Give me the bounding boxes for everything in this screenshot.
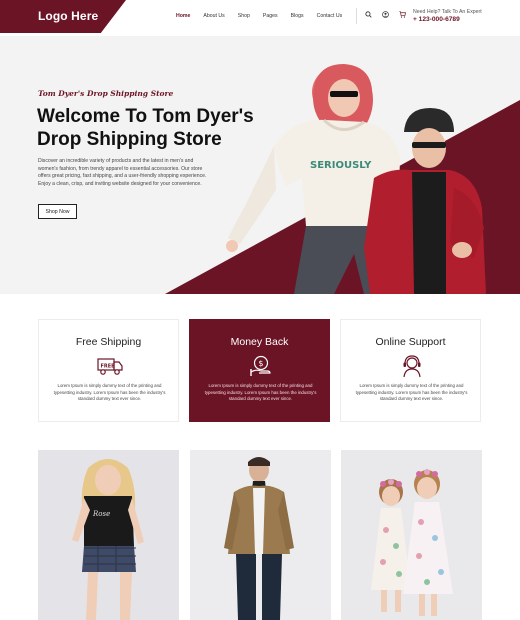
- logo[interactable]: Logo Here: [38, 9, 98, 23]
- feature-title: Free Shipping: [75, 336, 142, 348]
- feature-title: Money Back: [230, 336, 289, 348]
- svg-text:FREE: FREE: [101, 364, 116, 370]
- nav-icons: [364, 10, 407, 19]
- money-back-icon: $: [250, 355, 271, 376]
- nav-item-pages[interactable]: Pages: [263, 13, 278, 19]
- svg-text:Rose: Rose: [92, 510, 110, 518]
- feature-text: Lorem Ipsum is simply dummy text of the …: [355, 383, 468, 402]
- cart-icon[interactable]: [398, 10, 407, 19]
- nav-item-shop[interactable]: Shop: [238, 13, 250, 19]
- feature-card-money-back[interactable]: Money Back $ Lorem Ipsum is simply dummy…: [189, 319, 330, 422]
- user-icon[interactable]: [381, 10, 390, 19]
- truck-icon: FREE: [97, 358, 123, 375]
- feature-card-online-support[interactable]: Online Support Lorem Ipsum is simply dum…: [340, 319, 481, 422]
- hero-section: SERIOUSLY Tom Dyer's Drop Shipping Store…: [0, 36, 520, 294]
- product-card-woman[interactable]: Rose: [38, 450, 179, 620]
- nav-item-about[interactable]: About Us: [203, 13, 224, 19]
- search-icon[interactable]: [364, 10, 373, 19]
- hero-models-image: SERIOUSLY: [226, 64, 486, 294]
- feature-text: Lorem Ipsum is simply dummy text of the …: [204, 383, 317, 402]
- feature-title: Online Support: [375, 336, 446, 348]
- woman-fashion-image: Rose: [72, 459, 144, 620]
- nav-item-home[interactable]: Home: [176, 13, 190, 19]
- svg-text:$: $: [258, 359, 263, 368]
- hero-tagline: Tom Dyer's Drop Shipping Store: [38, 89, 174, 98]
- man-jacket-image: [224, 457, 294, 620]
- contact-phone[interactable]: + 123-000-6789: [413, 16, 460, 23]
- hero-title: Welcome To Tom Dyer's Drop Shipping Stor…: [37, 106, 254, 150]
- product-card-man[interactable]: [190, 450, 331, 620]
- feature-card-free-shipping[interactable]: Free Shipping FREE Lorem Ipsum is simply…: [38, 319, 179, 422]
- hero-description: Discover an incredible variety of produc…: [38, 158, 207, 188]
- nav-divider: [356, 8, 357, 24]
- nav-item-contact[interactable]: Contact Us: [317, 13, 343, 19]
- svg-text:SERIOUSLY: SERIOUSLY: [310, 160, 372, 171]
- support-icon: [403, 355, 421, 378]
- nav-item-blogs[interactable]: Blogs: [291, 13, 304, 19]
- product-card-kids[interactable]: [341, 450, 482, 620]
- feature-text: Lorem Ipsum is simply dummy text of the …: [53, 383, 166, 402]
- contact-label: Need Help? Talk To An Expert: [413, 9, 482, 15]
- main-nav: Home About Us Shop Pages Blogs Contact U…: [176, 13, 342, 19]
- shop-now-button[interactable]: Shop Now: [38, 204, 77, 219]
- kids-dresses-image: [371, 469, 453, 616]
